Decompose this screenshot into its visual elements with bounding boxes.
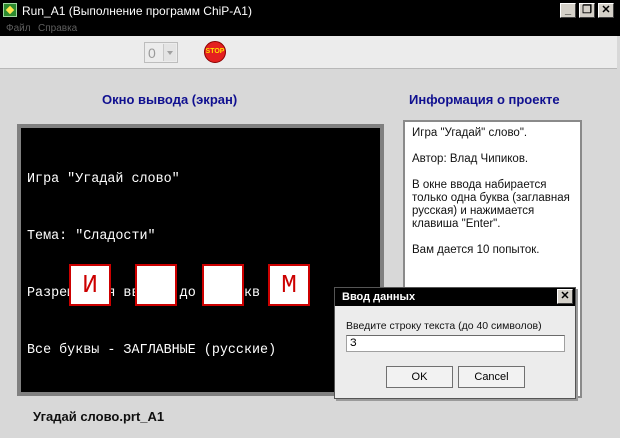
- info-paragraph: Автор: Влад Чипиков.: [412, 153, 529, 165]
- dialog-title-bar: Ввод данных ✕: [335, 288, 575, 306]
- screen-line: Все буквы - ЗАГЛАВНЫЕ (русские): [27, 343, 277, 358]
- dialog-prompt: Введите строку текста (до 40 символов): [346, 320, 542, 332]
- menu-bar: Файл Справка: [0, 22, 620, 36]
- app-icon: [3, 3, 17, 17]
- menu-help[interactable]: Справка: [38, 22, 77, 36]
- dialog-close-button[interactable]: ✕: [557, 289, 573, 304]
- letter-cell: И: [69, 264, 111, 306]
- letter-cell: [202, 264, 244, 306]
- text-input[interactable]: З: [346, 335, 565, 352]
- info-paragraph: Вам дается 10 попыток.: [412, 244, 540, 256]
- screen-line: Тема: "Сладости": [27, 229, 156, 244]
- toolbar: 0: [0, 36, 617, 69]
- cancel-button[interactable]: Cancel: [458, 366, 525, 388]
- window-title: Run_A1 (Выполнение программ ChiP-A1): [22, 4, 252, 18]
- restore-button[interactable]: ❐: [579, 3, 595, 18]
- info-panel-title: Информация о проекте: [409, 92, 560, 107]
- info-paragraph: Игра "Угадай" слово".: [412, 127, 528, 139]
- ok-button[interactable]: OK: [386, 366, 453, 388]
- output-panel-title: Окно вывода (экран): [102, 92, 238, 107]
- program-filename: Угадай слово.prt_A1: [33, 409, 165, 424]
- letter-cell: [135, 264, 177, 306]
- stop-button[interactable]: STOP: [204, 41, 226, 63]
- screen-line: Игра "Угадай слово": [27, 172, 180, 187]
- close-button[interactable]: ✕: [598, 3, 614, 18]
- project-info-text: Игра "Угадай" слово". Автор: Влад Чипико…: [412, 127, 578, 270]
- minimize-button[interactable]: _: [560, 3, 576, 18]
- speed-value: 0: [148, 45, 156, 61]
- title-bar: Run_A1 (Выполнение программ ChiP-A1) _ ❐…: [0, 0, 620, 22]
- input-dialog: Ввод данных ✕ Введите строку текста (до …: [334, 287, 576, 399]
- dialog-title: Ввод данных: [342, 291, 416, 303]
- letter-cell: М: [268, 264, 310, 306]
- speed-select[interactable]: 0: [144, 42, 178, 63]
- chevron-down-icon[interactable]: [163, 44, 176, 61]
- stop-icon: STOP: [205, 48, 225, 55]
- output-screen: Игра "Угадай слово" Тема: "Сладости" Раз…: [17, 124, 384, 396]
- info-paragraph: В окне ввода набирается только одна букв…: [412, 179, 570, 230]
- menu-file[interactable]: Файл: [6, 22, 31, 36]
